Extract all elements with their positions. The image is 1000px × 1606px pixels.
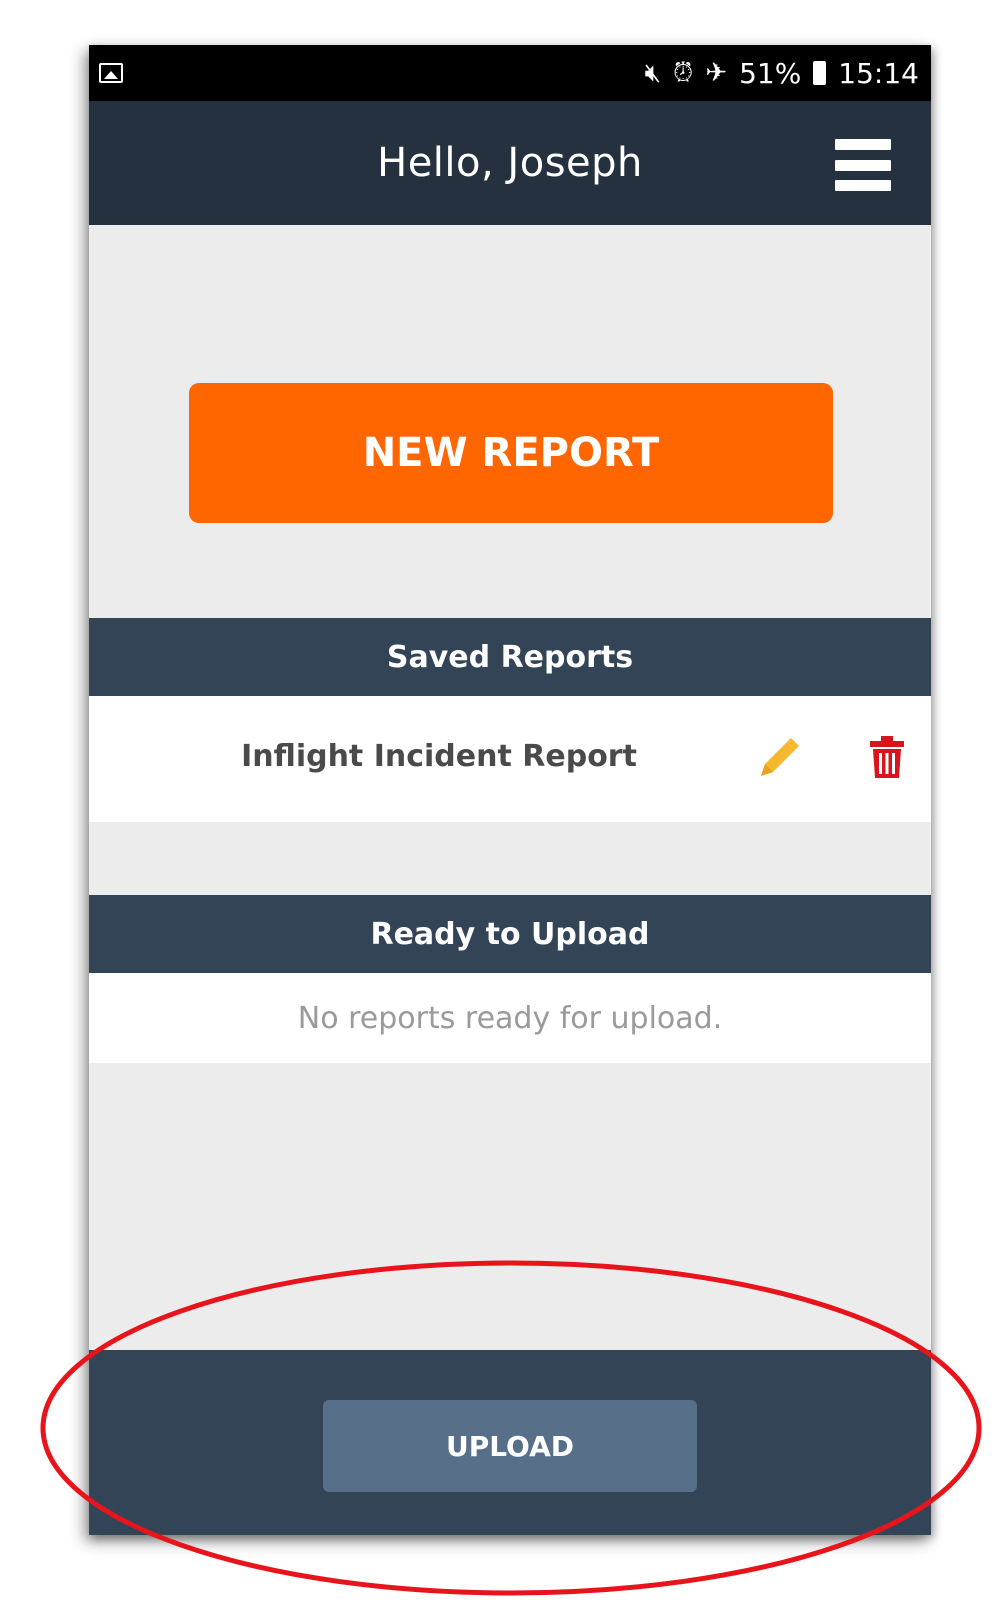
gallery-icon (99, 63, 123, 83)
footer-bar: UPLOAD (89, 1350, 931, 1535)
mute-icon: 🔇︎ (644, 57, 661, 88)
upload-empty-message: No reports ready for upload. (89, 973, 931, 1063)
saved-report-row[interactable]: Inflight Incident Report (89, 696, 931, 822)
greeting-title: Hello, Joseph (377, 140, 643, 186)
upload-button[interactable]: UPLOAD (323, 1400, 697, 1492)
saved-reports-heading: Saved Reports (89, 618, 931, 696)
trash-icon[interactable] (869, 734, 905, 780)
phone-screen: 🔇︎ ⏰︎ ✈︎ 51% 15:14 Hello, Joseph NEW REP… (89, 45, 931, 1535)
battery-percent: 51% (739, 56, 802, 90)
new-report-button[interactable]: NEW REPORT (189, 383, 833, 523)
saved-report-label[interactable]: Inflight Incident Report (89, 696, 789, 816)
hamburger-menu-icon[interactable] (835, 139, 891, 191)
battery-icon (813, 61, 827, 85)
status-time: 15:14 (838, 56, 919, 90)
status-indicators: 🔇︎ ⏰︎ ✈︎ 51% 15:14 (645, 57, 919, 90)
app-header: Hello, Joseph (89, 101, 931, 225)
status-bar: 🔇︎ ⏰︎ ✈︎ 51% 15:14 (89, 45, 931, 101)
pencil-icon[interactable] (757, 736, 801, 780)
airplane-icon: ✈︎ (705, 58, 728, 88)
alarm-icon: ⏰︎ (672, 57, 694, 88)
ready-to-upload-heading: Ready to Upload (89, 895, 931, 973)
